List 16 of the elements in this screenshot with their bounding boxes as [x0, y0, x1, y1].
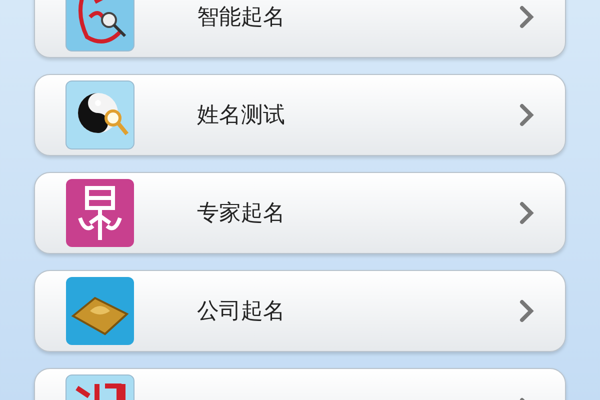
menu-label: 专家起名: [197, 200, 285, 228]
chevron-right-icon: [519, 201, 535, 225]
menu-label: 智能起名: [197, 4, 285, 32]
chevron-right-icon: [519, 299, 535, 323]
menu-label: 公司起名: [197, 298, 285, 326]
calligraphy-magnifier-icon: [65, 0, 135, 52]
chevron-right-icon: [519, 103, 535, 127]
menu-item[interactable]: 姓名测试: [34, 74, 566, 156]
yin-yang-magnifier-icon: [65, 80, 135, 150]
menu-item[interactable]: 专家起名: [34, 172, 566, 254]
seal-glyph-icon: [65, 178, 135, 248]
chevron-right-icon: [519, 5, 535, 29]
menu-item[interactable]: 公司起名: [34, 270, 566, 352]
menu-item[interactable]: 智能起名: [34, 0, 566, 58]
golden-board-icon: [65, 276, 135, 346]
menu-label: 姓名测试: [197, 102, 285, 130]
